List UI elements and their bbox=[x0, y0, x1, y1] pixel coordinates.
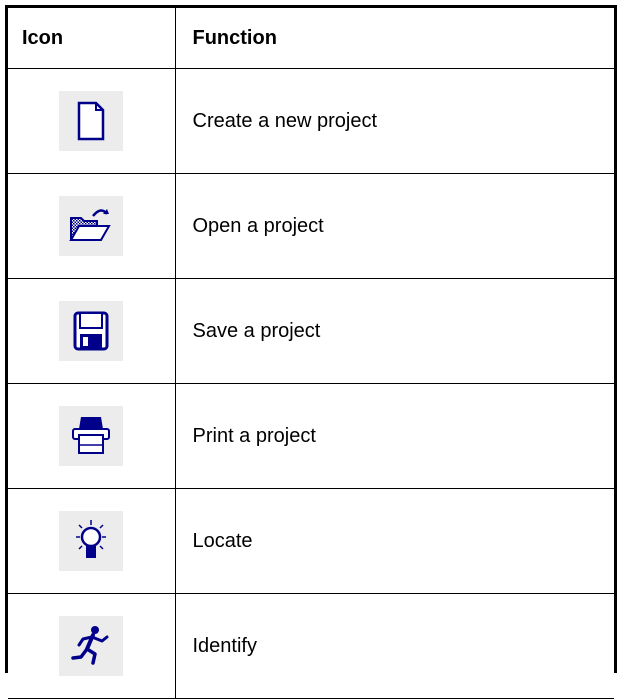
function-label: Print a project bbox=[174, 383, 614, 489]
function-label: Identify bbox=[174, 593, 614, 699]
icon-function-table: Icon Function Create a new project Open … bbox=[8, 8, 614, 699]
icon-column-header: Icon bbox=[8, 8, 175, 69]
function-column-header: Function bbox=[174, 8, 614, 69]
table-row: Open a project bbox=[8, 173, 614, 279]
table-row: Locate bbox=[8, 488, 614, 594]
function-label: Create a new project bbox=[174, 68, 614, 174]
light-bulb-icon bbox=[59, 511, 124, 571]
function-label: Save a project bbox=[174, 278, 614, 384]
new-document-icon bbox=[59, 91, 124, 151]
table-row: Print a project bbox=[8, 383, 614, 489]
floppy-disk-icon bbox=[59, 301, 124, 361]
open-folder-icon bbox=[59, 196, 124, 256]
table-row: Save a project bbox=[8, 278, 614, 384]
table-row: Identify bbox=[8, 593, 614, 699]
function-label: Locate bbox=[174, 488, 614, 594]
running-man-icon bbox=[59, 616, 124, 676]
function-label: Open a project bbox=[174, 173, 614, 279]
table-row: Create a new project bbox=[8, 68, 614, 174]
printer-icon bbox=[59, 406, 124, 466]
header-row: Icon Function bbox=[8, 8, 614, 69]
